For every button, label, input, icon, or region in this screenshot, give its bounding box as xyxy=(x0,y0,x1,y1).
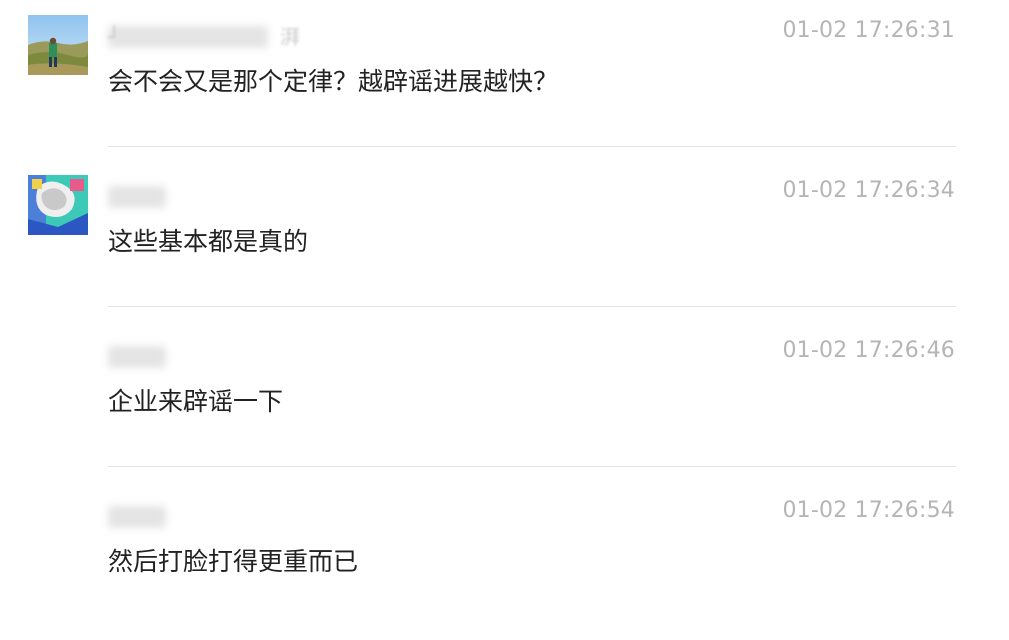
user-avatar[interactable] xyxy=(28,335,88,395)
user-avatar[interactable] xyxy=(28,175,88,235)
comment-text: 这些基本都是真的 xyxy=(108,227,309,256)
comment-text: 然后打脸打得更重而已 xyxy=(108,547,359,576)
avatar-photo-landscape xyxy=(28,15,88,75)
comment-timestamp: 01-02 17:26:31 xyxy=(782,18,955,43)
comment-item: 01-02 17:26:46 企业来辟谣一下 xyxy=(0,320,1009,480)
username-visible-fragment: 湃 xyxy=(280,25,300,49)
username-blurred[interactable] xyxy=(108,340,308,370)
comment-timestamp: 01-02 17:26:46 xyxy=(782,338,955,363)
username-blurred[interactable] xyxy=(108,180,308,210)
username-blurred[interactable] xyxy=(108,500,308,530)
username-blurred[interactable]: ┘ 湃 xyxy=(108,20,308,50)
comment-divider xyxy=(108,306,956,307)
comment-divider xyxy=(108,466,956,467)
avatar-image-colorful xyxy=(28,175,88,235)
comment-item: ┘ 湃 01-02 17:26:31 会不会又是那个定律？越辟谣进展越快？ xyxy=(0,0,1009,160)
user-avatar[interactable] xyxy=(28,495,88,555)
comment-text: 企业来辟谣一下 xyxy=(108,387,284,416)
comment-text: 会不会又是那个定律？越辟谣进展越快？ xyxy=(108,67,559,96)
comment-timestamp: 01-02 17:26:54 xyxy=(782,498,955,523)
comment-divider xyxy=(108,146,956,147)
comment-item: 01-02 17:26:34 这些基本都是真的 xyxy=(0,160,1009,320)
user-avatar[interactable] xyxy=(28,15,88,75)
comment-item: 01-02 17:26:54 然后打脸打得更重而已 xyxy=(0,480,1009,640)
comment-timestamp: 01-02 17:26:34 xyxy=(782,178,955,203)
